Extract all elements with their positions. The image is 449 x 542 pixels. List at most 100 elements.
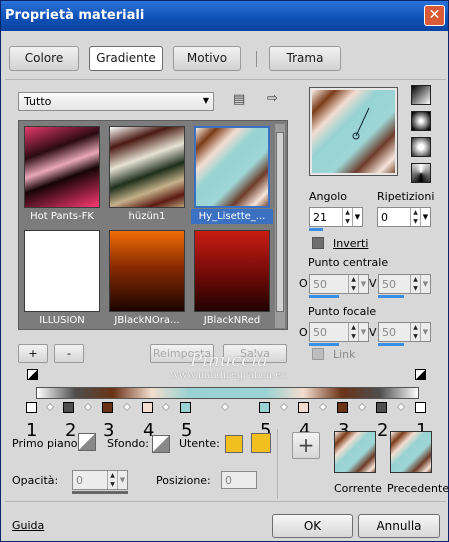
chevron-down-icon[interactable]: ▼ xyxy=(117,471,127,489)
background-swatch[interactable] xyxy=(152,435,170,453)
chevron-down-icon[interactable]: ▼ xyxy=(420,208,430,226)
previous-label: Precedente xyxy=(387,482,449,495)
gradient-item[interactable]: hüzün1 xyxy=(106,123,188,225)
user-label: Utente: xyxy=(179,437,220,450)
spin-arrows-icon[interactable]: ▲ ▼ xyxy=(410,323,420,341)
color-stop[interactable] xyxy=(142,402,153,413)
gradient-label: Hot Pants-FK xyxy=(30,211,94,222)
gradient-item[interactable]: JBlackNOra... xyxy=(106,227,188,329)
user-color-large-swatch[interactable] xyxy=(251,433,271,453)
gallery-scrollbar[interactable] xyxy=(275,124,285,328)
invert-checkbox[interactable] xyxy=(312,237,324,249)
user-color-swatch[interactable] xyxy=(225,435,243,453)
gradient-item[interactable]: JBlackNRed xyxy=(191,227,273,329)
spin-arrows-icon[interactable]: ▲ ▼ xyxy=(410,275,420,293)
position-field[interactable]: 0 xyxy=(221,471,257,489)
midpoint-diamond[interactable] xyxy=(396,402,406,412)
gradient-swatch xyxy=(109,126,185,208)
foreground-swatch[interactable] xyxy=(78,433,96,451)
gradient-item-selected[interactable]: Hy_Lisette_... xyxy=(191,123,273,225)
midpoint-diamond[interactable] xyxy=(45,402,55,412)
color-stop[interactable] xyxy=(415,402,426,413)
gradient-item[interactable]: Hot Pants-FK xyxy=(21,123,103,225)
color-stop[interactable] xyxy=(26,402,37,413)
focal-y-slider[interactable] xyxy=(378,343,404,346)
arrow-right-icon[interactable]: ⇨ xyxy=(267,91,278,106)
gradient-label: JBlackNRed xyxy=(203,315,261,326)
close-button[interactable]: ✕ xyxy=(424,5,445,26)
category-dropdown[interactable]: Tutto ▼ xyxy=(18,92,214,111)
angle-slider[interactable] xyxy=(309,228,323,231)
color-stop[interactable] xyxy=(298,402,309,413)
chevron-down-icon[interactable]: ▼ xyxy=(358,323,368,341)
gradient-label: ILLUSION xyxy=(39,315,85,326)
add-gradient-button[interactable]: + xyxy=(18,344,48,363)
angle-handle-icon[interactable] xyxy=(312,90,395,173)
spin-arrows-icon[interactable]: ▲ ▼ xyxy=(348,275,358,293)
midpoint-diamond[interactable] xyxy=(220,402,230,412)
spin-arrows-icon[interactable]: ▲ ▼ xyxy=(107,471,117,489)
position-label: Posizione: xyxy=(156,474,211,487)
angle-spinner[interactable]: 21 ▲ ▼ ▼ xyxy=(309,207,363,227)
help-link[interactable]: Guida xyxy=(12,519,44,532)
focal-x-spinner[interactable]: 50 ▲ ▼ ▼ xyxy=(309,322,369,342)
color-stop[interactable] xyxy=(376,402,387,413)
center-x-spinner[interactable]: 50 ▲ ▼ ▼ xyxy=(309,274,369,294)
scrollbar-thumb[interactable] xyxy=(276,132,284,312)
cancel-button[interactable]: Annulla xyxy=(358,514,440,538)
tab-separator xyxy=(256,51,257,67)
chevron-down-icon[interactable]: ▼ xyxy=(420,323,430,341)
spin-arrows-icon[interactable]: ▲ ▼ xyxy=(348,323,358,341)
tab-colore[interactable]: Colore xyxy=(9,46,79,71)
spin-arrows-icon[interactable]: ▲ ▼ xyxy=(342,208,352,226)
color-stop[interactable] xyxy=(102,402,113,413)
focal-y-spinner[interactable]: 50 ▲ ▼ ▼ xyxy=(378,322,431,342)
chevron-down-icon[interactable]: ▼ xyxy=(352,208,362,226)
chevron-down-icon[interactable]: ▼ xyxy=(420,275,430,293)
radial-gradient-type-button[interactable] xyxy=(411,137,431,157)
midpoint-diamond[interactable] xyxy=(122,402,132,412)
sunburst-gradient-type-button[interactable] xyxy=(411,163,431,183)
center-x-slider[interactable] xyxy=(309,295,339,298)
gradient-swatch xyxy=(109,230,185,312)
previous-preview[interactable] xyxy=(390,431,432,473)
center-y-spinner[interactable]: 50 ▲ ▼ ▼ xyxy=(378,274,431,294)
focal-x-slider[interactable] xyxy=(309,343,339,346)
gradient-preview[interactable] xyxy=(310,88,397,175)
gradient-item[interactable]: ILLUSION xyxy=(21,227,103,329)
midpoint-diamond[interactable] xyxy=(83,402,93,412)
midpoint-diamond[interactable] xyxy=(318,402,328,412)
remove-gradient-button[interactable]: - xyxy=(54,344,84,363)
ok-button[interactable]: OK xyxy=(272,514,353,538)
chevron-down-icon[interactable]: ▼ xyxy=(358,275,368,293)
center-y-slider[interactable] xyxy=(378,295,404,298)
midpoint-diamond[interactable] xyxy=(279,402,289,412)
focal-y-label: V xyxy=(369,326,377,339)
background-label: Sfondo: xyxy=(107,437,149,450)
tab-gradiente[interactable]: Gradiente xyxy=(89,46,163,71)
focal-x-value: 50 xyxy=(313,326,327,339)
midpoint-end-marker[interactable] xyxy=(415,369,426,380)
opacity-spinner[interactable]: 0 ▲ ▼ ▼ xyxy=(72,470,128,490)
spin-arrows-icon[interactable]: ▲ ▼ xyxy=(410,208,420,226)
category-value: Tutto xyxy=(24,95,52,108)
repeats-spinner[interactable]: 0 ▲ ▼ ▼ xyxy=(377,207,431,227)
midpoint-diamond[interactable] xyxy=(357,402,367,412)
linear-gradient-type-button[interactable] xyxy=(411,85,431,105)
gradient-editor-bar[interactable] xyxy=(36,387,419,399)
position-value: 0 xyxy=(225,474,232,487)
midpoint-start-marker[interactable] xyxy=(27,369,38,380)
edit-gradient-icon[interactable]: ▤ xyxy=(233,92,245,107)
color-stop[interactable] xyxy=(63,402,74,413)
rectangular-gradient-type-button[interactable] xyxy=(411,111,431,131)
midpoint-diamond[interactable] xyxy=(161,402,171,412)
color-stop[interactable] xyxy=(180,402,191,413)
foreground-label: Primo piano: xyxy=(12,437,82,450)
color-stop[interactable] xyxy=(337,402,348,413)
opacity-slider[interactable] xyxy=(72,491,128,494)
add-to-swatches-button[interactable]: + xyxy=(292,432,320,459)
tab-trama[interactable]: Trama xyxy=(269,46,341,71)
tab-motivo[interactable]: Motivo xyxy=(173,46,241,71)
material-properties-dialog: Proprietà materiali ✕ Colore Gradiente M… xyxy=(0,0,449,542)
color-stop[interactable] xyxy=(259,402,270,413)
